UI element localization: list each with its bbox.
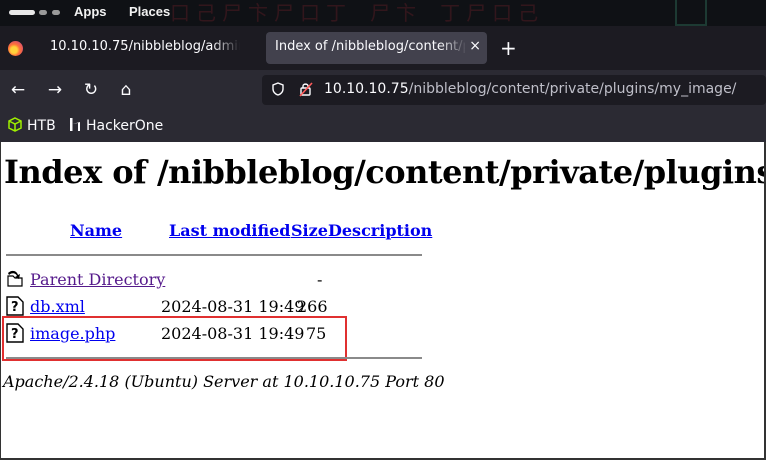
divider [6,357,422,359]
url-bar[interactable]: 10.10.10.75/nibbleblog/content/private/p… [262,75,766,105]
url-host: 10.10.10.75 [324,81,409,97]
cell-size: - [317,270,323,289]
apps-menu[interactable]: Apps [74,4,107,19]
link-db-xml[interactable]: db.xml [30,297,85,316]
page-title: Index of /nibbleblog/content/private/plu… [4,153,766,191]
unknown-file-icon: ? [6,296,24,316]
workspace-indicator-3[interactable] [52,10,60,15]
new-tab-icon[interactable]: + [500,36,517,60]
tab-index[interactable]: Index of /nibbleblog/content/private/plu… [266,32,487,64]
tab-admin[interactable]: 10.10.10.75/nibbleblog/admin.php [1,32,260,64]
tab-strip: 10.10.10.75/nibbleblog/admin.php Index o… [0,26,766,70]
reload-icon[interactable]: ↻ [79,78,103,102]
shield-icon[interactable] [272,82,284,96]
page-content: Index of /nibbleblog/content/private/plu… [0,142,766,460]
back-folder-icon [7,270,23,287]
htb-cube-icon [8,117,22,132]
link-parent-directory[interactable]: Parent Directory [30,270,165,289]
column-header-description[interactable]: Description [328,221,432,240]
os-top-panel: 口己尸卞尸口丁 尸卞 丁尸口己 Apps Places [0,0,766,26]
places-menu[interactable]: Places [129,4,170,19]
bookmark-hackerone[interactable]: HackerOne [69,117,163,134]
highlight-box [2,316,347,361]
tab-title: Index of /nibbleblog/content/private/plu… [275,39,465,54]
bookmark-label: HackerOne [86,118,164,134]
bookmark-htb[interactable]: HTB [8,117,56,134]
cell-size: 266 [297,297,328,316]
firefox-icon [8,41,23,56]
server-signature: Apache/2.4.18 (Ubuntu) Server at 10.10.1… [3,372,445,391]
svg-text:?: ? [11,300,19,315]
workspace-indicator-1[interactable] [9,10,35,15]
column-header-name[interactable]: Name [70,221,122,240]
forward-icon[interactable]: → [43,78,67,102]
home-icon[interactable]: ⌂ [114,78,138,102]
insecure-lock-icon[interactable] [299,81,313,97]
browser-window: 口己尸卞尸口丁 尸卞 丁尸口己 Apps Places 10.10.10.75/… [0,0,766,460]
hackerone-icon [70,118,80,131]
panel-grid-icon [675,0,707,26]
cell-last-modified: 2024-08-31 19:49 [161,297,305,316]
url-text[interactable]: 10.10.10.75/nibbleblog/content/private/p… [324,81,736,97]
bookmark-label: HTB [27,118,56,134]
bookmarks-toolbar: HTB HackerOne [0,110,766,142]
navigation-toolbar: ← → ↻ ⌂ 10.10.10.75/nibbleblog/content/p… [0,70,766,110]
close-tab-icon[interactable]: × [469,38,481,54]
divider [6,254,422,256]
url-path: /nibbleblog/content/private/plugins/my_i… [408,81,737,97]
column-header-last-modified[interactable]: Last modified [169,221,290,240]
workspace-indicator-2[interactable] [39,10,47,15]
back-icon[interactable]: ← [6,78,30,102]
column-header-size[interactable]: Size [291,221,328,240]
